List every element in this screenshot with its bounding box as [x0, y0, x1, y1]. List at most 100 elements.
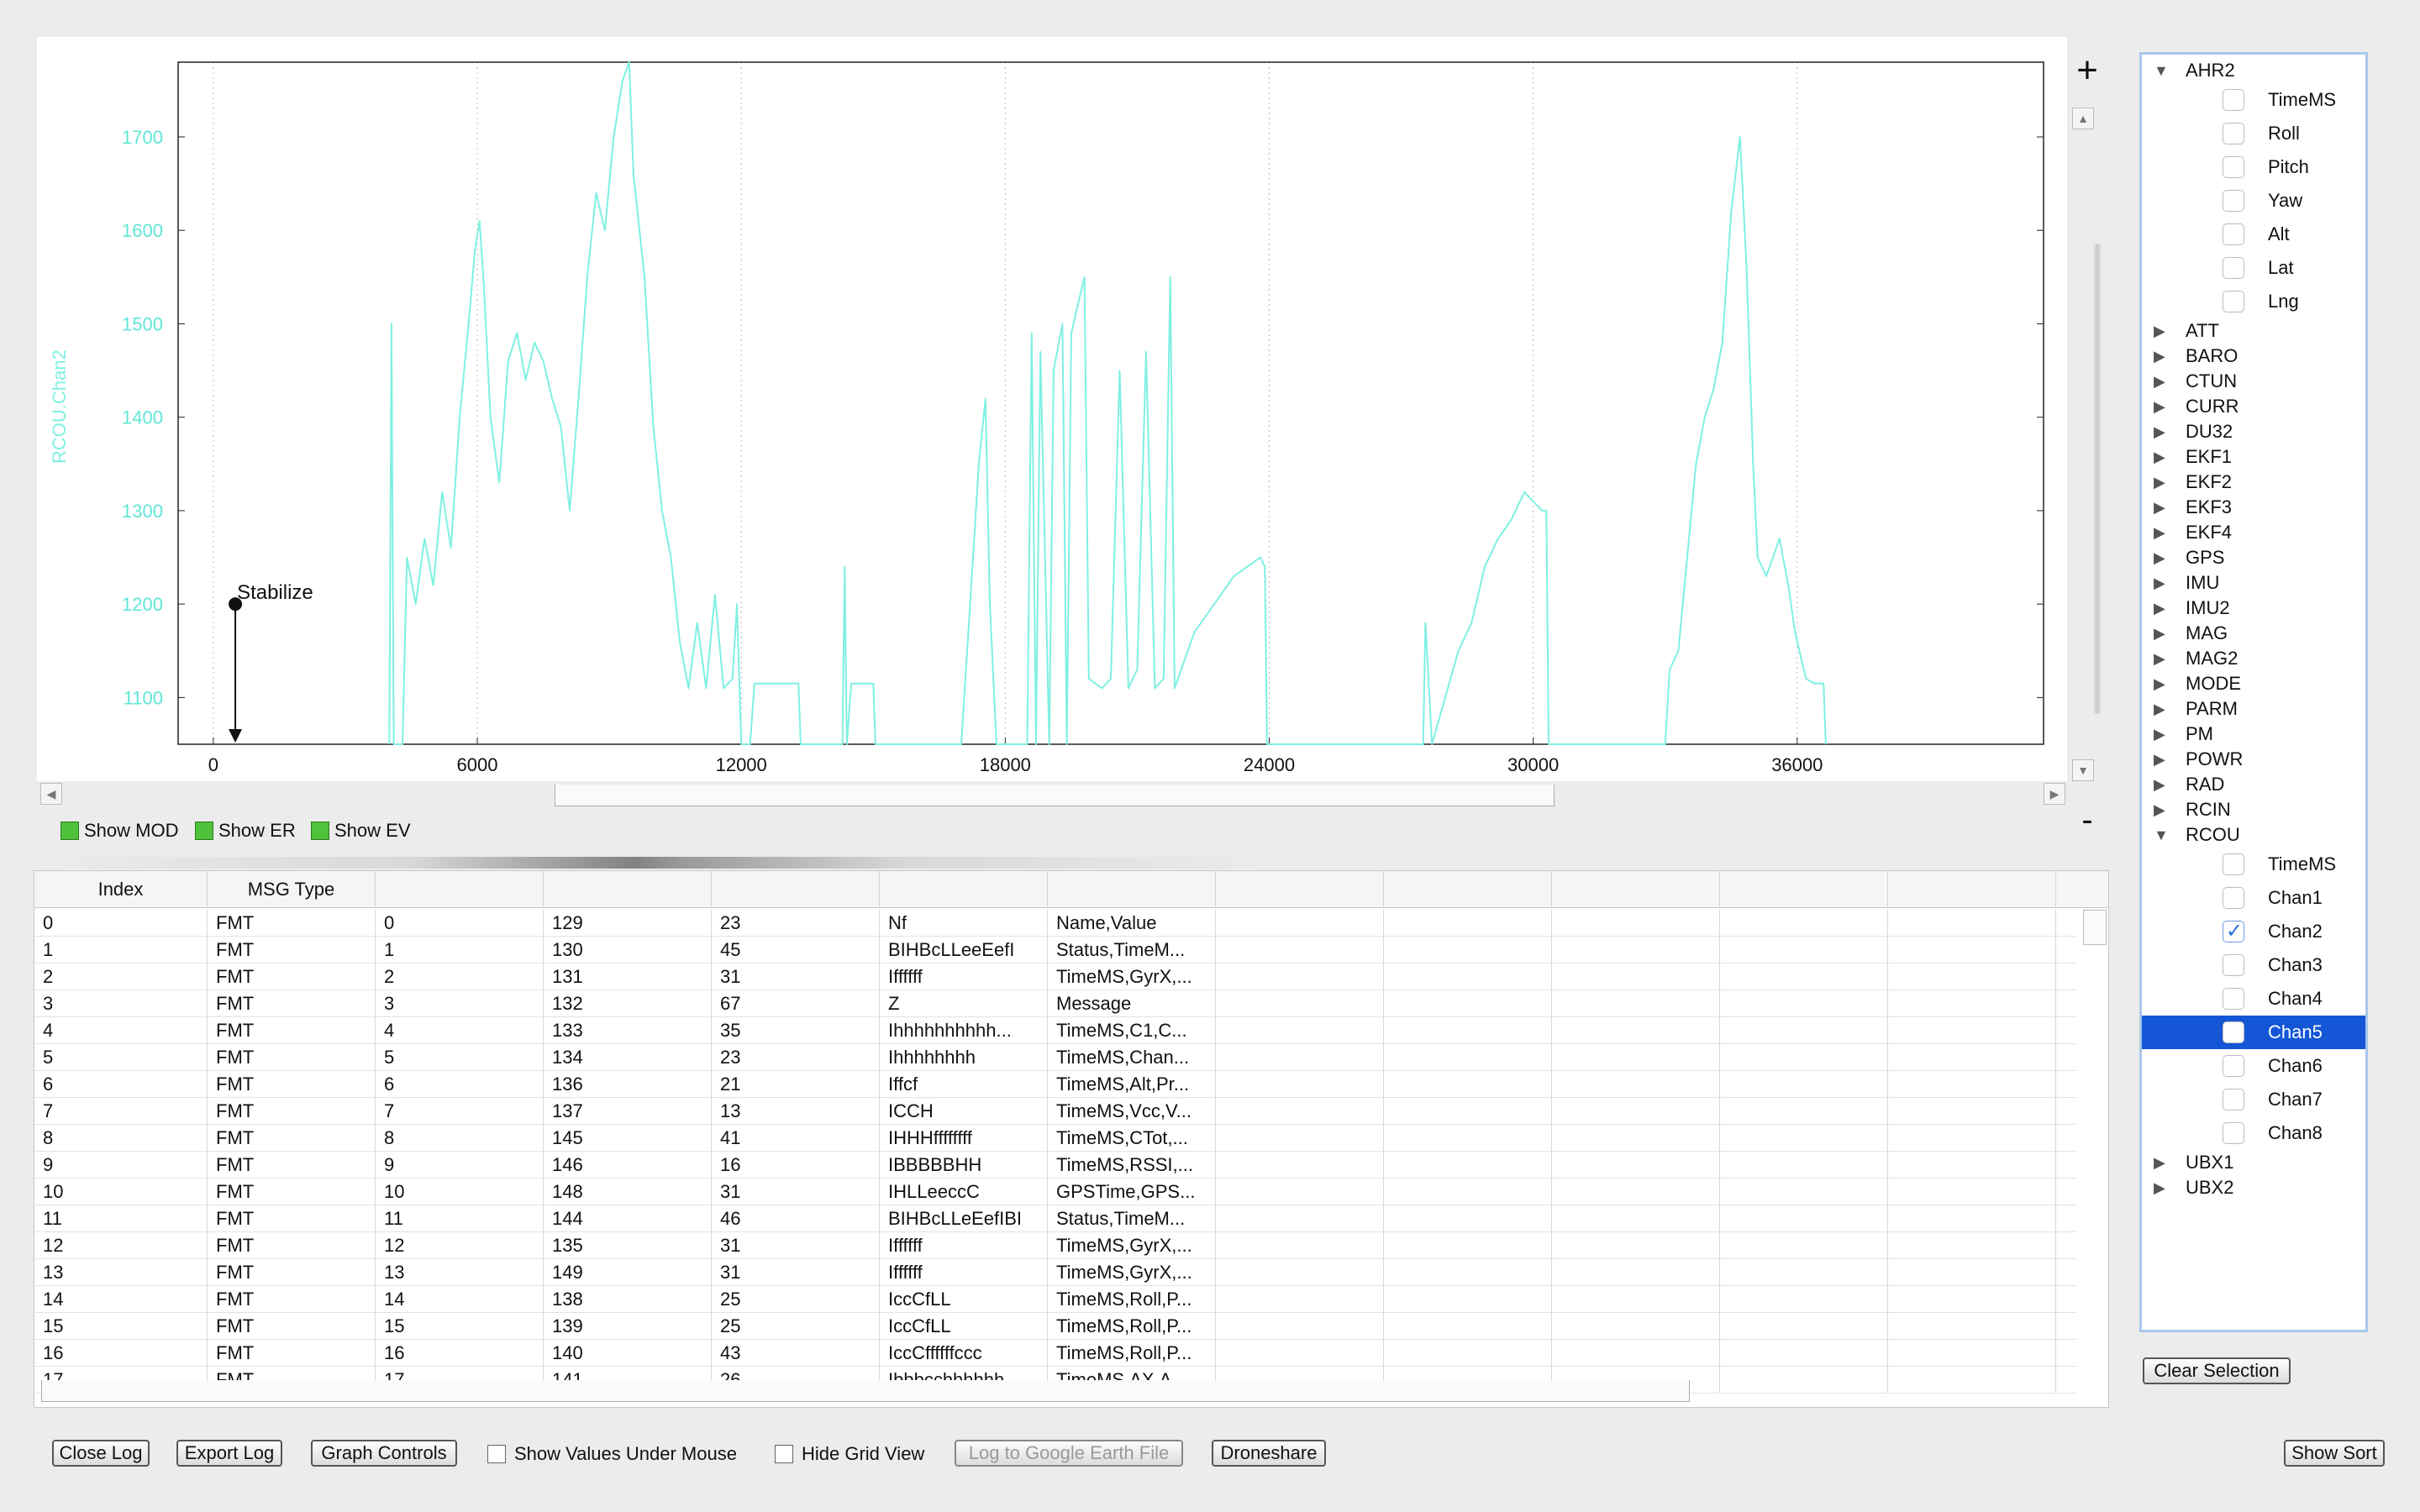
field-checkbox[interactable]: [2223, 156, 2244, 178]
tree-group-rcin[interactable]: ▶ RCIN: [2142, 797, 2365, 822]
tree-group-parm[interactable]: ▶ PARM: [2142, 696, 2365, 722]
expand-arrow-right-icon[interactable]: ▶: [2154, 545, 2165, 570]
tree-group-ubx2[interactable]: ▶ UBX2: [2142, 1175, 2365, 1200]
tree-field-ahr2-roll[interactable]: Roll: [2142, 117, 2365, 150]
tree-group-ahr2[interactable]: ▼ AHR2: [2142, 58, 2365, 83]
table-column-header[interactable]: [376, 871, 544, 908]
field-checkbox[interactable]: [2223, 1122, 2244, 1144]
log-table[interactable]: Index MSG Type 0 FMT 0 129 23 Nf Name,Value 1 FMT…: [34, 870, 2109, 1408]
show-values-under-mouse-checkbox[interactable]: [487, 1445, 506, 1463]
table-row[interactable]: 15 FMT 15 139 25 IccCfLL TimeMS,Roll,P...: [34, 1313, 2076, 1340]
table-row[interactable]: 9 FMT 9 146 16 IBBBBBHH TimeMS,RSSI,...: [34, 1152, 2076, 1179]
tree-field-ahr2-lng[interactable]: Lng: [2142, 285, 2365, 318]
expand-arrow-right-icon[interactable]: ▶: [2154, 419, 2165, 444]
show-ev-checkbox[interactable]: [311, 822, 329, 840]
expand-arrow-down-icon[interactable]: ▼: [2154, 58, 2169, 83]
field-checkbox[interactable]: [2223, 291, 2244, 312]
expand-arrow-right-icon[interactable]: ▶: [2154, 596, 2165, 621]
table-row[interactable]: 6 FMT 6 136 21 Iffcf TimeMS,Alt,Pr...: [34, 1071, 2076, 1098]
tree-group-rcou[interactable]: ▼ RCOU: [2142, 822, 2365, 848]
expand-arrow-right-icon[interactable]: ▶: [2154, 344, 2165, 369]
table-column-header[interactable]: Index: [34, 871, 208, 908]
table-row[interactable]: 8 FMT 8 145 41 IHHHffffffff TimeMS,CTot,...: [34, 1125, 2076, 1152]
field-checkbox[interactable]: [2223, 887, 2244, 909]
tree-group-ekf1[interactable]: ▶ EKF1: [2142, 444, 2365, 470]
field-checkbox[interactable]: [2223, 190, 2244, 212]
tree-group-du32[interactable]: ▶ DU32: [2142, 419, 2365, 444]
expand-arrow-right-icon[interactable]: ▶: [2154, 470, 2165, 495]
table-column-header[interactable]: [880, 871, 1048, 908]
table-column-header[interactable]: [1048, 871, 1216, 908]
tree-group-imu[interactable]: ▶ IMU: [2142, 570, 2365, 596]
tree-field-rcou-chan3[interactable]: Chan3: [2142, 948, 2365, 982]
expand-arrow-right-icon[interactable]: ▶: [2154, 318, 2165, 344]
table-row[interactable]: 7 FMT 7 137 13 ICCH TimeMS,Vcc,V...: [34, 1098, 2076, 1125]
expand-arrow-right-icon[interactable]: ▶: [2154, 621, 2165, 646]
expand-arrow-right-icon[interactable]: ▶: [2154, 1175, 2165, 1200]
table-column-header[interactable]: [712, 871, 880, 908]
tree-field-ahr2-alt[interactable]: Alt: [2142, 218, 2365, 251]
show-values-under-mouse-option[interactable]: Show Values Under Mouse: [487, 1443, 737, 1465]
table-vertical-scrollbar[interactable]: [2083, 910, 2107, 945]
table-column-header[interactable]: [1384, 871, 1552, 908]
expand-arrow-right-icon[interactable]: ▶: [2154, 772, 2165, 797]
expand-arrow-right-icon[interactable]: ▶: [2154, 1150, 2165, 1175]
tree-field-rcou-chan5[interactable]: Chan5: [2142, 1016, 2365, 1049]
tree-group-ekf2[interactable]: ▶ EKF2: [2142, 470, 2365, 495]
show-sort-button[interactable]: Show Sort: [2284, 1440, 2385, 1467]
table-column-header[interactable]: [1216, 871, 1384, 908]
tree-group-ubx1[interactable]: ▶ UBX1: [2142, 1150, 2365, 1175]
table-row[interactable]: 10 FMT 10 148 31 IHLLeeccC GPSTime,GPS...: [34, 1179, 2076, 1205]
graph-scroll-up-arrow-icon[interactable]: ▲: [2072, 108, 2094, 129]
zoom-out-button[interactable]: -: [2074, 803, 2101, 837]
graph-horizontal-scrollbar[interactable]: [555, 785, 1555, 806]
table-horizontal-scrollbar[interactable]: [41, 1380, 1690, 1402]
table-row[interactable]: 16 FMT 16 140 43 IccCffffffccc TimeMS,Roll,P..…: [34, 1340, 2076, 1367]
field-checkbox[interactable]: [2223, 223, 2244, 245]
table-row[interactable]: 14 FMT 14 138 25 IccCfLL TimeMS,Roll,P...: [34, 1286, 2076, 1313]
table-row[interactable]: 5 FMT 5 134 23 Ihhhhhhhh TimeMS,Chan...: [34, 1044, 2076, 1071]
table-column-header[interactable]: [1720, 871, 1888, 908]
tree-field-rcou-chan8[interactable]: Chan8: [2142, 1116, 2365, 1150]
show-er-checkbox[interactable]: [195, 822, 213, 840]
panel-splitter[interactable]: [37, 857, 1281, 869]
zoom-in-button[interactable]: +: [2070, 52, 2104, 89]
tree-group-mag[interactable]: ▶ MAG: [2142, 621, 2365, 646]
field-checkbox[interactable]: [2223, 954, 2244, 976]
clear-selection-button[interactable]: Clear Selection: [2143, 1357, 2291, 1384]
tree-group-ekf3[interactable]: ▶ EKF3: [2142, 495, 2365, 520]
expand-arrow-right-icon[interactable]: ▶: [2154, 369, 2165, 394]
table-column-header[interactable]: [544, 871, 712, 908]
expand-arrow-right-icon[interactable]: ▶: [2154, 696, 2165, 722]
tree-group-pm[interactable]: ▶ PM: [2142, 722, 2365, 747]
table-row[interactable]: 4 FMT 4 133 35 Ihhhhhhhhhh... TimeMS,C1,C...: [34, 1017, 2076, 1044]
show-mod-checkbox[interactable]: [60, 822, 79, 840]
expand-arrow-right-icon[interactable]: ▶: [2154, 722, 2165, 747]
expand-arrow-right-icon[interactable]: ▶: [2154, 495, 2165, 520]
show-mod-toggle[interactable]: Show MOD: [60, 820, 178, 842]
close-log-button[interactable]: Close Log: [52, 1440, 150, 1467]
table-column-header[interactable]: [1888, 871, 2056, 908]
field-checkbox[interactable]: [2223, 1055, 2244, 1077]
tree-group-powr[interactable]: ▶ POWR: [2142, 747, 2365, 772]
tree-group-att[interactable]: ▶ ATT: [2142, 318, 2365, 344]
table-column-header[interactable]: [1552, 871, 1720, 908]
tree-group-ekf4[interactable]: ▶ EKF4: [2142, 520, 2365, 545]
table-row[interactable]: 1 FMT 1 130 45 BIHBcLLeeEefI Status,TimeM...: [34, 937, 2076, 963]
export-log-button[interactable]: Export Log: [176, 1440, 282, 1467]
graph-panel[interactable]: 0 6000 12000 18000 24000 30000 36000 1100 1200 13…: [37, 37, 2067, 781]
tree-field-rcou-chan4[interactable]: Chan4: [2142, 982, 2365, 1016]
table-row[interactable]: 3 FMT 3 132 67 Z Message: [34, 990, 2076, 1017]
expand-arrow-right-icon[interactable]: ▶: [2154, 646, 2165, 671]
expand-arrow-right-icon[interactable]: ▶: [2154, 444, 2165, 470]
expand-arrow-right-icon[interactable]: ▶: [2154, 747, 2165, 772]
field-checkbox[interactable]: [2223, 123, 2244, 144]
graph-scroll-right-arrow-icon[interactable]: ▶: [2044, 783, 2065, 805]
tree-field-ahr2-timems[interactable]: TimeMS: [2142, 83, 2365, 117]
hide-grid-view-option[interactable]: Hide Grid View: [775, 1443, 924, 1465]
expand-arrow-right-icon[interactable]: ▶: [2154, 671, 2165, 696]
hide-grid-view-checkbox[interactable]: [775, 1445, 793, 1463]
field-checkbox[interactable]: [2223, 257, 2244, 279]
tree-group-mode[interactable]: ▶ MODE: [2142, 671, 2365, 696]
expand-arrow-right-icon[interactable]: ▶: [2154, 570, 2165, 596]
